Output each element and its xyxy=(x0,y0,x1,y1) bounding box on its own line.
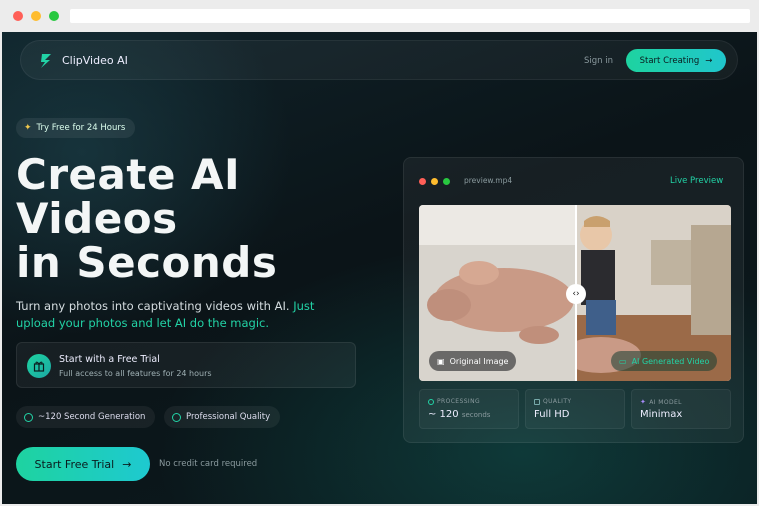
brand-name[interactable]: ClipVideo AI xyxy=(62,54,128,67)
stat-unit: seconds xyxy=(461,411,491,419)
landing-page: ClipVideo AI Sign in Start Creating → ✦ … xyxy=(2,32,757,504)
original-image-tag: ▣ Original Image xyxy=(429,351,517,371)
stat-label: PROCESSING xyxy=(437,398,481,405)
stat-quality: QUALITY Full HD xyxy=(525,389,625,429)
monitor-icon xyxy=(534,398,540,405)
maximize-window-dot[interactable] xyxy=(49,11,59,21)
sparkle-icon: ✦ xyxy=(24,123,32,133)
start-creating-label: Start Creating xyxy=(639,55,700,66)
hero-headline: Create AI Videos in Seconds xyxy=(16,153,376,285)
ai-video-tag: ▭ AI Generated Video xyxy=(611,351,718,371)
slider-handle-icon[interactable]: ‹› xyxy=(566,284,586,304)
trial-title: Start with a Free Trial xyxy=(59,354,160,365)
badge-label: Try Free for 24 Hours xyxy=(36,123,126,133)
close-window-dot[interactable] xyxy=(13,11,23,21)
comparison-slider[interactable]: ‹› ▣ Original Image ▭ AI Generated Video xyxy=(419,205,731,381)
feature-pill-speed: ~120 Second Generation xyxy=(16,406,156,428)
feature-pill-quality: Professional Quality xyxy=(164,406,281,428)
sign-in-link[interactable]: Sign in xyxy=(584,56,613,66)
live-preview-label: Live Preview xyxy=(670,176,724,186)
video-icon: ▭ xyxy=(619,356,627,366)
stat-label: QUALITY xyxy=(543,398,572,405)
preview-card: preview.mp4 Live Preview ‹› ▣ Original I… xyxy=(403,157,744,443)
stat-value: Full HD xyxy=(534,409,570,420)
check-circle-icon xyxy=(172,412,181,422)
free-trial-badge: ✦ Try Free for 24 Hours xyxy=(16,118,136,138)
navbar: ClipVideo AI Sign in Start Creating → xyxy=(20,40,738,80)
headline-line: Videos xyxy=(16,194,178,243)
free-trial-card[interactable]: Start with a Free Trial Full access to a… xyxy=(16,342,356,388)
cta-label: Start Free Trial xyxy=(34,457,115,471)
trial-description: Full access to all features for 24 hours xyxy=(59,369,212,378)
headline-line: Create AI xyxy=(16,150,241,199)
feature-label: ~120 Second Generation xyxy=(38,412,146,422)
arrow-right-icon: → xyxy=(705,55,713,66)
clock-icon xyxy=(428,398,434,405)
browser-chrome xyxy=(0,0,759,32)
tag-label: Original Image xyxy=(449,356,509,366)
hero-subtitle: Turn any photos into captivating videos … xyxy=(16,298,346,332)
preview-yellow-dot xyxy=(431,178,438,185)
tag-label: AI Generated Video xyxy=(631,356,710,366)
stat-value: ~ 120 xyxy=(428,409,459,420)
stat-processing: PROCESSING ~ 120 seconds xyxy=(419,389,519,429)
preview-green-dot xyxy=(443,178,450,185)
address-bar[interactable] xyxy=(70,9,750,23)
no-credit-card-note: No credit card required xyxy=(159,459,258,469)
sparkle-icon: ✦ xyxy=(640,398,647,406)
stat-ai-model: ✦ AI MODEL Minimax xyxy=(631,389,731,429)
stat-label: AI MODEL xyxy=(649,398,682,406)
gift-icon xyxy=(27,354,51,378)
minimize-window-dot[interactable] xyxy=(31,11,41,21)
subtitle-text: Turn any photos into captivating videos … xyxy=(16,299,290,313)
start-free-trial-button[interactable]: Start Free Trial → xyxy=(16,447,150,481)
headline-line: in Seconds xyxy=(16,238,278,287)
arrow-right-icon: → xyxy=(122,457,132,471)
logo-icon[interactable] xyxy=(39,53,53,69)
start-creating-button[interactable]: Start Creating → xyxy=(626,49,726,72)
stat-value: Minimax xyxy=(640,409,683,420)
feature-label: Professional Quality xyxy=(186,412,271,422)
clock-icon xyxy=(24,412,33,422)
preview-red-dot xyxy=(419,178,426,185)
preview-filename: preview.mp4 xyxy=(464,176,513,185)
image-icon: ▣ xyxy=(437,356,445,366)
